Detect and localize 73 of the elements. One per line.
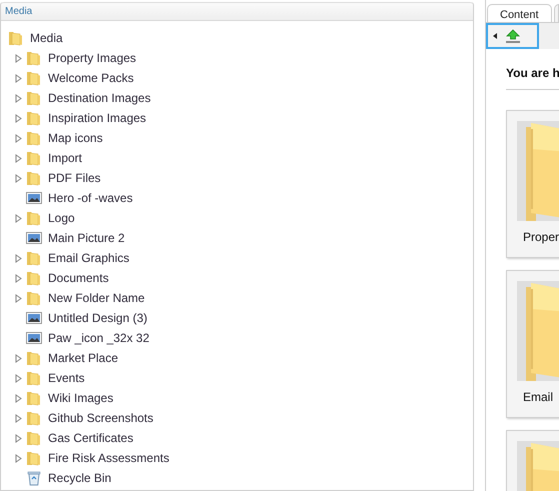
folder-icon — [26, 210, 42, 226]
folder-icon — [26, 410, 42, 426]
panel-title: Media — [1, 2, 473, 21]
image-icon — [26, 190, 42, 206]
folder-icon — [26, 110, 42, 126]
expand-arrow-icon[interactable] — [15, 354, 22, 362]
expand-arrow-icon[interactable] — [15, 74, 22, 82]
tree-item[interactable]: Hero -of -waves — [48, 191, 133, 205]
tree-item[interactable]: Property Images — [48, 51, 136, 65]
expand-arrow-icon[interactable] — [15, 154, 22, 162]
image-icon — [26, 310, 42, 326]
tree-item[interactable]: PDF Files — [48, 171, 101, 185]
expand-arrow-icon[interactable] — [15, 394, 22, 402]
tree-item[interactable]: Events — [48, 371, 85, 385]
expand-arrow-icon[interactable] — [15, 454, 22, 462]
upload-arrow-icon — [505, 29, 521, 43]
folder-card[interactable]: Email — [506, 270, 559, 418]
tree-item[interactable]: Wiki Images — [48, 391, 114, 405]
expand-arrow-icon[interactable] — [15, 134, 22, 142]
card-label: Email — [523, 390, 554, 404]
expand-arrow-icon[interactable] — [15, 274, 22, 282]
expand-arrow-icon[interactable] — [15, 374, 22, 382]
expand-arrow-icon[interactable] — [15, 214, 22, 222]
folder-icon — [26, 70, 42, 86]
caret-icon — [493, 33, 497, 39]
tree-item[interactable]: Documents — [48, 271, 109, 285]
folder-icon — [26, 450, 42, 466]
tree-item[interactable]: Main Picture 2 — [48, 231, 125, 245]
expand-arrow-icon[interactable] — [15, 114, 22, 122]
expand-arrow-icon[interactable] — [15, 414, 22, 422]
expand-arrow-icon[interactable] — [15, 94, 22, 102]
tree-item[interactable]: New Folder Name — [48, 291, 145, 305]
folder-icon — [8, 30, 24, 46]
tree-item[interactable]: Destination Images — [48, 91, 151, 105]
folder-icon — [26, 390, 42, 406]
folder-icon — [26, 270, 42, 286]
tree-item[interactable]: Fire Risk Assessments — [48, 451, 170, 465]
folder-icon — [26, 350, 42, 366]
tree-item[interactable]: Logo — [48, 211, 75, 225]
tree-item[interactable]: Media — [30, 31, 63, 45]
tree-item[interactable]: Github Screenshots — [48, 411, 154, 425]
expand-arrow-icon[interactable] — [15, 54, 22, 62]
folder-card[interactable]: Proper — [506, 110, 559, 258]
expand-arrow-icon[interactable] — [15, 254, 22, 262]
folder-icon — [26, 170, 42, 186]
tab[interactable]: Content — [487, 4, 552, 22]
expand-arrow-icon[interactable] — [15, 174, 22, 182]
folder-icon — [26, 130, 42, 146]
recycle-bin-icon — [26, 470, 42, 486]
toolbar-button[interactable] — [486, 23, 539, 49]
folder-icon — [26, 430, 42, 446]
folder-icon — [26, 290, 42, 306]
folder-icon — [26, 250, 42, 266]
folder-icon — [26, 90, 42, 106]
folder-icon — [26, 370, 42, 386]
intro-text: You are h — [506, 66, 559, 80]
tree-item[interactable]: Paw _icon _32x 32 — [48, 331, 150, 345]
tree-item[interactable]: Recycle Bin — [48, 471, 112, 485]
expand-arrow-icon[interactable] — [15, 294, 22, 302]
image-icon — [26, 230, 42, 246]
tree-item[interactable]: Import — [48, 151, 82, 165]
tree-item[interactable]: Inspiration Images — [48, 111, 146, 125]
tree-item[interactable]: Market Place — [48, 351, 118, 365]
folder-icon — [26, 150, 42, 166]
tree-item[interactable]: Map icons — [48, 131, 103, 145]
tree-item[interactable]: Welcome Packs — [48, 71, 134, 85]
tree-item[interactable]: Untitled Design (3) — [48, 311, 148, 325]
image-icon — [26, 330, 42, 346]
expand-arrow-icon[interactable] — [15, 434, 22, 442]
tree-item[interactable]: Email Graphics — [48, 251, 130, 265]
card-label: Proper — [523, 230, 559, 244]
tree-item[interactable]: Gas Certificates — [48, 431, 134, 445]
folder-icon — [26, 50, 42, 66]
